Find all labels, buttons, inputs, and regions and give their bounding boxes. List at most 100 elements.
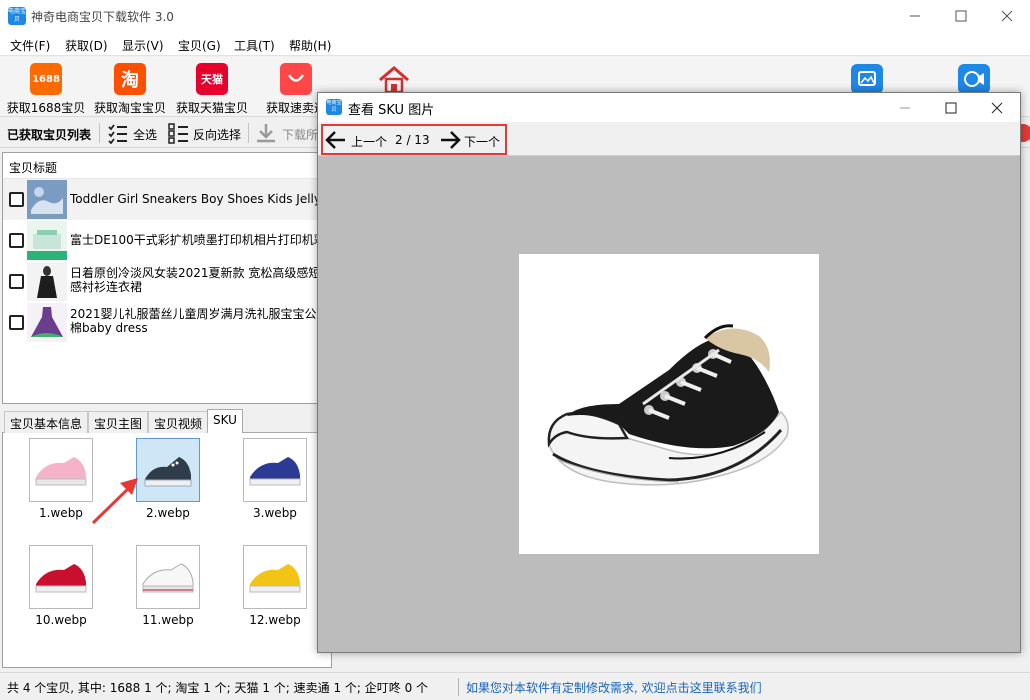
- sku-filename: 10.webp: [35, 613, 87, 627]
- prev-image-button[interactable]: 上一个: [325, 128, 405, 152]
- divider: [99, 123, 100, 143]
- sku-thumbnail: [29, 438, 93, 502]
- product-title: 富士DE100干式彩扩机喷墨打印机相片打印机彩: [70, 233, 326, 247]
- product-thumbnail: [27, 262, 67, 301]
- dialog-close-button[interactable]: [974, 93, 1020, 122]
- menu-product[interactable]: 宝贝(G): [178, 37, 221, 54]
- product-title: 2021婴儿礼服蕾丝儿童周岁满月洗礼服宝宝公主: [70, 307, 329, 321]
- app-icon: 电商宝贝: [326, 99, 342, 115]
- menu-tools[interactable]: 工具(T): [234, 37, 275, 54]
- menu-help[interactable]: 帮助(H): [289, 37, 331, 54]
- table-row[interactable]: 富士DE100干式彩扩机喷墨打印机相片打印机彩: [3, 220, 331, 261]
- dialog-maximize-button[interactable]: [928, 93, 974, 122]
- image-tool-icon[interactable]: [851, 64, 883, 94]
- row-checkbox[interactable]: [9, 233, 24, 248]
- image-nav-group: 上一个 2 / 13 下一个: [321, 124, 507, 155]
- fetch-1688-label: 获取1688宝贝: [6, 101, 86, 115]
- sku-thumbnail: [243, 545, 307, 609]
- maximize-button[interactable]: [938, 0, 984, 32]
- menu-file[interactable]: 文件(F): [10, 37, 50, 54]
- title-bar: 电商宝贝 神奇电商宝贝下载软件 3.0: [0, 0, 1030, 32]
- status-summary: 共 4 个宝贝, 其中: 1688 1 个; 淘宝 1 个; 天猫 1 个; 速…: [7, 681, 429, 695]
- next-label: 下一个: [464, 135, 501, 149]
- detail-tabs: 宝贝基本信息 宝贝主图 宝贝视频 SKU: [2, 409, 332, 434]
- arrow-left-icon: [325, 131, 345, 149]
- window-title: 神奇电商宝贝下载软件 3.0: [31, 10, 174, 24]
- tab-sku[interactable]: SKU: [207, 409, 243, 434]
- download-label: 下载所: [282, 128, 319, 142]
- sku-image-item[interactable]: 10.webp: [20, 542, 100, 632]
- row-checkbox[interactable]: [9, 315, 24, 330]
- sku-filename: 3.webp: [253, 506, 297, 520]
- row-checkbox[interactable]: [9, 274, 24, 289]
- sku-thumbnail: [136, 545, 200, 609]
- fetch-taobao-label: 获取淘宝宝贝: [93, 101, 166, 115]
- dialog-title: 查看 SKU 图片: [348, 103, 435, 118]
- product-thumbnail: [27, 221, 67, 260]
- sku-image-preview: [519, 254, 819, 554]
- tab-main-images[interactable]: 宝贝主图: [88, 411, 149, 433]
- sku-filename: 11.webp: [142, 613, 194, 627]
- next-image-button[interactable]: 下一个: [439, 128, 507, 152]
- minimize-button[interactable]: [892, 0, 938, 32]
- menu-bar: 文件(F) 获取(D) 显示(V) 宝贝(G) 工具(T) 帮助(H): [0, 32, 1030, 56]
- row-checkbox[interactable]: [9, 192, 24, 207]
- checklist-icon: [108, 124, 127, 144]
- table-row[interactable]: 日着原创冷淡风女装2021夏新款 宽松高级感短 感衬衫连衣裙: [3, 261, 331, 302]
- list-icon: [168, 123, 188, 144]
- dialog-navigation: 上一个 2 / 13 下一个: [318, 122, 1020, 156]
- minimize-icon: [910, 15, 920, 17]
- tab-basic-info[interactable]: 宝贝基本信息: [4, 411, 89, 433]
- prev-label: 上一个: [351, 135, 388, 149]
- product-title: 日着原创冷淡风女装2021夏新款 宽松高级感短: [70, 266, 321, 280]
- dialog-title-bar: 电商宝贝 查看 SKU 图片: [318, 93, 1020, 122]
- sku-thumbnail: [29, 545, 93, 609]
- column-title[interactable]: 宝贝标题: [9, 159, 57, 176]
- divider: [248, 123, 249, 143]
- close-icon: [991, 102, 1003, 113]
- app-icon: 电商宝贝: [8, 7, 26, 25]
- sku-filename: 12.webp: [249, 613, 301, 627]
- invert-select-label: 反向选择: [193, 128, 242, 142]
- sku-image-item[interactable]: 12.webp: [234, 542, 314, 632]
- list-toolbar-title: 已获取宝贝列表: [7, 128, 92, 142]
- dialog-minimize-button[interactable]: [882, 93, 928, 122]
- fetch-tmall-button[interactable]: 天猫 获取天猫宝贝: [170, 62, 254, 115]
- close-icon: [1001, 10, 1013, 22]
- product-list: 宝贝标题 Toddler Girl Sneakers Boy Shoes Kid…: [2, 152, 332, 404]
- product-title-line2: 感衬衫连衣裙: [70, 280, 143, 294]
- image-counter: 2 / 13: [395, 133, 430, 147]
- product-title-line2: 棉baby dress: [70, 321, 148, 335]
- sku-thumbnail: [243, 438, 307, 502]
- table-row[interactable]: Toddler Girl Sneakers Boy Shoes Kids Jel…: [3, 179, 331, 220]
- sku-image-grid: 1.webp 2.webp 3.webp 10.webp 11.webp 12.…: [2, 433, 332, 668]
- sku-image-item[interactable]: 11.webp: [127, 542, 207, 632]
- maximize-icon: [955, 10, 967, 22]
- arrow-right-icon: [441, 131, 461, 149]
- video-tool-icon[interactable]: [958, 64, 990, 94]
- 1688-logo-icon: 1688: [30, 63, 62, 95]
- sku-image-item[interactable]: 3.webp: [234, 435, 314, 525]
- contact-link[interactable]: 如果您对本软件有定制修改需求, 欢迎点击这里联系我们: [466, 679, 762, 696]
- divider: [458, 678, 459, 696]
- aliexpress-logo-icon: [280, 63, 312, 95]
- fetch-taobao-button[interactable]: 淘 获取淘宝宝贝: [88, 62, 172, 115]
- close-button[interactable]: [984, 0, 1030, 32]
- menu-fetch[interactable]: 获取(D): [65, 37, 108, 54]
- select-all-label: 全选: [133, 128, 158, 142]
- maximize-icon: [945, 102, 957, 113]
- menu-view[interactable]: 显示(V): [122, 37, 164, 54]
- table-row[interactable]: 2021婴儿礼服蕾丝儿童周岁满月洗礼服宝宝公主 棉baby dress: [3, 302, 331, 343]
- product-list-header: 宝贝标题: [3, 153, 331, 179]
- sku-image-dialog: 电商宝贝 查看 SKU 图片 上一个 2 / 13 下一个: [317, 92, 1021, 653]
- tmall-logo-icon: 天猫: [196, 63, 228, 95]
- tab-videos[interactable]: 宝贝视频: [148, 411, 209, 433]
- product-thumbnail: [27, 303, 67, 342]
- product-title: Toddler Girl Sneakers Boy Shoes Kids Jel…: [70, 192, 330, 206]
- fetch-1688-button[interactable]: 1688 获取1688宝贝: [4, 62, 88, 115]
- product-thumbnail: [27, 180, 67, 219]
- annotation-arrow-icon: [91, 478, 138, 525]
- minimize-icon: [900, 107, 910, 108]
- fetch-tmall-label: 获取天猫宝贝: [175, 101, 248, 115]
- taobao-logo-icon: 淘: [114, 63, 146, 95]
